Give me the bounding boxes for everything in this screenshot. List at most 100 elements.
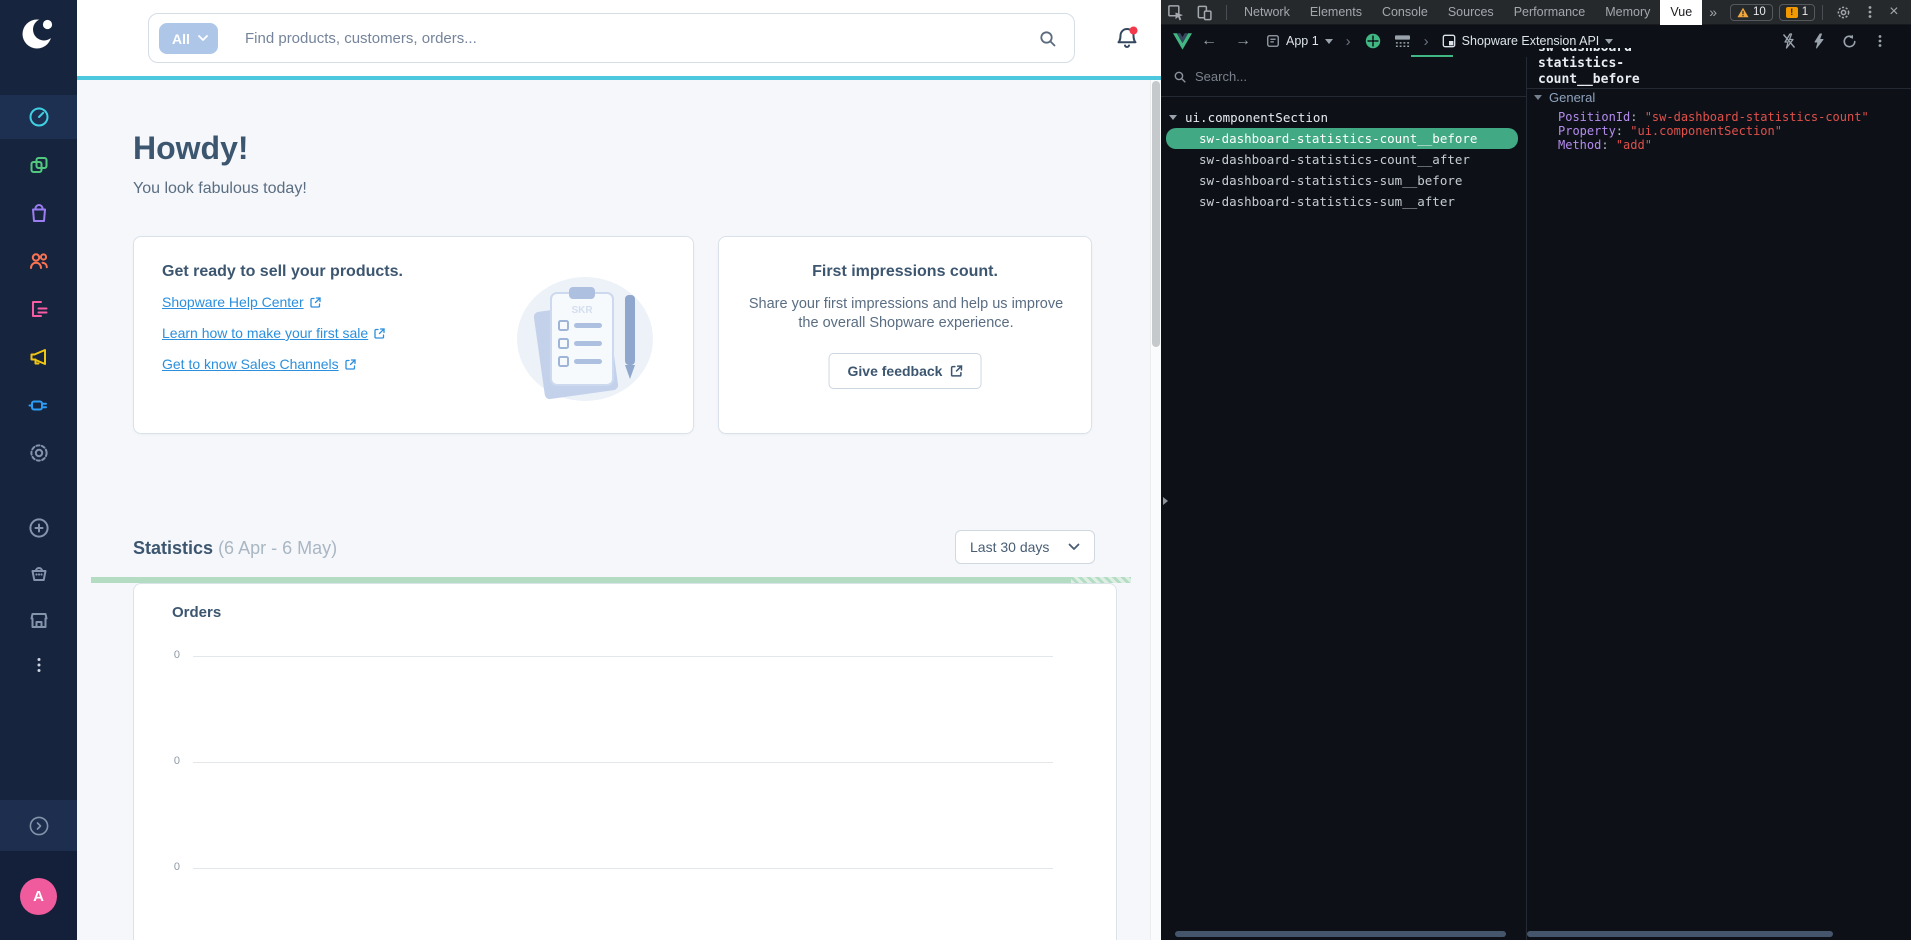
- caret-down-icon: [1169, 115, 1177, 120]
- settings-icon: [27, 441, 51, 465]
- devtools-menu-button[interactable]: [1857, 0, 1883, 25]
- vue-toolbar-actions: [1782, 33, 1899, 49]
- kebab-menu-icon[interactable]: [1873, 34, 1887, 48]
- feedback-body: Share your first impressions and help us…: [747, 295, 1065, 333]
- app-selector-dropdown[interactable]: App 1: [1266, 34, 1333, 48]
- statistics-period-label: Last 30 days: [970, 539, 1049, 555]
- checklist-illustration: SKR: [503, 265, 663, 410]
- marketing-icon: [27, 345, 51, 369]
- refresh-icon[interactable]: [1842, 34, 1857, 49]
- app-selector-label: App 1: [1286, 34, 1319, 48]
- warning-count: 10: [1753, 6, 1766, 18]
- sidebar-item-dashboard[interactable]: [0, 95, 77, 139]
- sidebar-item-catalogues[interactable]: [0, 143, 77, 187]
- tree-node-selected[interactable]: sw-dashboard-statistics-count__before: [1161, 128, 1526, 149]
- sidebar-item-marketing[interactable]: [0, 335, 77, 379]
- search-input[interactable]: [245, 15, 865, 61]
- tab-performance[interactable]: Performance: [1504, 0, 1596, 25]
- tree-node[interactable]: sw-dashboard-statistics-sum__before: [1161, 170, 1526, 191]
- tree-node[interactable]: sw-dashboard-statistics-sum__after: [1161, 191, 1526, 212]
- history-forward-button[interactable]: →: [1235, 32, 1251, 50]
- shopware-logo[interactable]: [18, 14, 58, 54]
- plugin-selector-dropdown[interactable]: Shopware Extension API: [1442, 34, 1614, 48]
- sidebar-item-settings[interactable]: [0, 431, 77, 475]
- panel-icon: [1442, 34, 1456, 48]
- statistics-period-dropdown[interactable]: Last 30 days: [955, 530, 1095, 564]
- storefront-icon: [27, 608, 51, 632]
- y-axis-tick: 0: [136, 755, 180, 767]
- state-entry: PositionId: "sw-dashboard-statistics-cou…: [1558, 110, 1908, 124]
- customers-icon: [27, 249, 51, 273]
- sales-channels-link-label: Get to know Sales Channels: [162, 356, 339, 372]
- devtools-close-button[interactable]: ×: [1883, 3, 1908, 21]
- flash-off-icon[interactable]: [1782, 33, 1796, 49]
- external-link-icon: [310, 297, 321, 308]
- chevron-down-icon: [1325, 39, 1333, 44]
- state-horizontal-scrollbar[interactable]: [1527, 931, 1833, 937]
- notification-unread-dot: [1130, 27, 1138, 35]
- orders-chart-card: Orders 0 0 0: [133, 583, 1117, 940]
- vue-logo-icon: [1173, 33, 1192, 50]
- notifications-button[interactable]: [1112, 23, 1142, 53]
- app-icon: [1266, 34, 1280, 48]
- history-back-button[interactable]: ←: [1201, 32, 1217, 50]
- warning-triangle-icon: [1737, 7, 1749, 18]
- sales-channels-link[interactable]: Get to know Sales Channels: [162, 356, 356, 372]
- tab-elements[interactable]: Elements: [1300, 0, 1372, 25]
- tree-node[interactable]: sw-dashboard-statistics-count__after: [1161, 149, 1526, 170]
- sidebar-item-customers[interactable]: [0, 239, 77, 283]
- vue-inspector-tab[interactable]: [1358, 29, 1388, 54]
- sidebar-item-more[interactable]: [0, 643, 77, 687]
- state-section-general[interactable]: General: [1534, 90, 1595, 105]
- tree-node-label: sw-dashboard-statistics-count__before: [1166, 128, 1518, 149]
- sidebar-expand-button[interactable]: [0, 800, 77, 851]
- tree-horizontal-scrollbar[interactable]: [1175, 931, 1506, 937]
- search-scope-dropdown[interactable]: All: [159, 23, 218, 54]
- getting-started-card: Get ready to sell your products. Shopwar…: [133, 236, 694, 434]
- give-feedback-button[interactable]: Give feedback: [829, 353, 982, 389]
- tab-memory[interactable]: Memory: [1595, 0, 1660, 25]
- tab-sources[interactable]: Sources: [1438, 0, 1504, 25]
- help-center-link-label: Shopware Help Center: [162, 294, 304, 310]
- inspect-element-button[interactable]: [1161, 0, 1190, 25]
- feedback-card: First impressions count. Share your firs…: [718, 236, 1092, 434]
- user-avatar[interactable]: A: [20, 878, 57, 915]
- panel-collapse-arrow[interactable]: [1163, 494, 1168, 508]
- flash-icon[interactable]: [1812, 33, 1826, 49]
- chevron-down-icon: [1605, 39, 1613, 44]
- chart-gridline: 0: [134, 762, 1116, 763]
- sidebar-item-content[interactable]: [0, 287, 77, 331]
- state-header-divider: [1527, 88, 1911, 89]
- tree-search-input[interactable]: [1195, 69, 1475, 84]
- chart-gridline: 0: [134, 868, 1116, 869]
- dashboard-icon: [27, 105, 51, 129]
- caret-right-icon: [1163, 497, 1168, 505]
- sidebar-item-extensions[interactable]: [0, 383, 77, 427]
- issues-badge[interactable]: ! 1: [1779, 4, 1815, 21]
- sidebar-item-shop[interactable]: [0, 551, 77, 595]
- tab-network[interactable]: Network: [1234, 0, 1300, 25]
- scrollbar-thumb[interactable]: [1152, 81, 1160, 347]
- bell-icon: [1112, 23, 1142, 53]
- inspect-cursor-icon: [1167, 4, 1184, 21]
- y-axis-tick: 0: [136, 861, 180, 873]
- sidebar-item-storefront[interactable]: [0, 598, 77, 642]
- device-toolbar-button[interactable]: [1190, 0, 1219, 25]
- tab-vue[interactable]: Vue: [1660, 0, 1702, 25]
- panel-divider[interactable]: [1526, 57, 1527, 940]
- first-sale-link[interactable]: Learn how to make your first sale: [162, 325, 385, 341]
- tree-search-row: [1161, 57, 1526, 97]
- search-icon[interactable]: [1038, 29, 1058, 49]
- main-scrollbar[interactable]: [1150, 80, 1161, 940]
- warnings-badge[interactable]: 10: [1730, 4, 1773, 21]
- vue-timeline-tab[interactable]: [1388, 29, 1417, 54]
- tree-root-node[interactable]: ui.componentSection: [1161, 107, 1328, 127]
- external-link-icon: [345, 359, 356, 370]
- help-center-link[interactable]: Shopware Help Center: [162, 294, 321, 310]
- tab-console[interactable]: Console: [1372, 0, 1438, 25]
- state-title-line: count__before: [1538, 72, 1858, 88]
- sidebar-item-orders[interactable]: [0, 191, 77, 235]
- more-tabs-button[interactable]: »: [1702, 4, 1724, 20]
- devtools-settings-button[interactable]: [1830, 0, 1857, 25]
- sidebar-item-add[interactable]: [0, 506, 77, 550]
